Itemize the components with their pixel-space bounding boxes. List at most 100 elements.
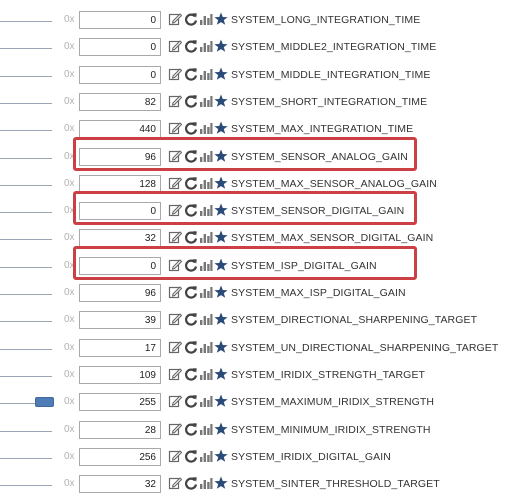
star-icon[interactable] [214,257,228,273]
star-icon[interactable] [214,448,228,464]
slider-track[interactable] [0,103,52,104]
star-icon[interactable] [214,393,228,409]
edit-icon[interactable] [168,448,182,464]
slider-track[interactable] [0,185,52,186]
edit-icon[interactable] [168,148,182,164]
slider-track[interactable] [0,349,52,350]
chart-icon[interactable] [199,11,213,27]
star-icon[interactable] [214,93,228,109]
slider-track[interactable] [0,158,52,159]
refresh-icon[interactable] [184,38,198,54]
refresh-icon[interactable] [184,311,198,327]
refresh-icon[interactable] [184,93,198,109]
value-input[interactable] [79,202,161,220]
star-icon[interactable] [214,148,228,164]
edit-icon[interactable] [168,366,182,382]
chart-icon[interactable] [199,393,213,409]
edit-icon[interactable] [168,93,182,109]
refresh-icon[interactable] [184,475,198,491]
edit-icon[interactable] [168,393,182,409]
edit-icon[interactable] [168,284,182,300]
refresh-icon[interactable] [184,11,198,27]
star-icon[interactable] [214,284,228,300]
star-icon[interactable] [214,175,228,191]
slider-track[interactable] [0,458,52,459]
value-input[interactable] [79,148,161,166]
chart-icon[interactable] [199,66,213,82]
star-icon[interactable] [214,38,228,54]
chart-icon[interactable] [199,202,213,218]
refresh-icon[interactable] [184,148,198,164]
refresh-icon[interactable] [184,339,198,355]
star-icon[interactable] [214,229,228,245]
refresh-icon[interactable] [184,257,198,273]
edit-icon[interactable] [168,311,182,327]
chart-icon[interactable] [199,475,213,491]
edit-icon[interactable] [168,66,182,82]
slider-track[interactable] [0,21,52,22]
refresh-icon[interactable] [184,175,198,191]
refresh-icon[interactable] [184,202,198,218]
star-icon[interactable] [214,366,228,382]
chart-icon[interactable] [199,120,213,136]
chart-icon[interactable] [199,93,213,109]
chart-icon[interactable] [199,175,213,191]
chart-icon[interactable] [199,257,213,273]
refresh-icon[interactable] [184,120,198,136]
refresh-icon[interactable] [184,421,198,437]
value-input[interactable] [79,393,161,411]
chart-icon[interactable] [199,229,213,245]
value-input[interactable] [79,93,161,111]
star-icon[interactable] [214,475,228,491]
slider-track[interactable] [0,267,52,268]
star-icon[interactable] [214,311,228,327]
value-input[interactable] [79,38,161,56]
chart-icon[interactable] [199,448,213,464]
chart-icon[interactable] [199,366,213,382]
chart-icon[interactable] [199,421,213,437]
edit-icon[interactable] [168,421,182,437]
value-input[interactable] [79,11,161,29]
star-icon[interactable] [214,66,228,82]
value-input[interactable] [79,257,161,275]
slider-track[interactable] [0,321,52,322]
edit-icon[interactable] [168,475,182,491]
refresh-icon[interactable] [184,393,198,409]
chart-icon[interactable] [199,148,213,164]
refresh-icon[interactable] [184,366,198,382]
slider-thumb[interactable] [35,397,54,407]
edit-icon[interactable] [168,120,182,136]
slider-track[interactable] [0,76,52,77]
edit-icon[interactable] [168,202,182,218]
edit-icon[interactable] [168,339,182,355]
value-input[interactable] [79,120,161,138]
value-input[interactable] [79,311,161,329]
slider-track[interactable] [0,485,52,486]
slider-track[interactable] [0,376,52,377]
slider-track[interactable] [0,431,52,432]
slider-track[interactable] [0,294,52,295]
star-icon[interactable] [214,421,228,437]
refresh-icon[interactable] [184,66,198,82]
value-input[interactable] [79,475,161,493]
value-input[interactable] [79,284,161,302]
slider-track[interactable] [0,239,52,240]
value-input[interactable] [79,229,161,247]
edit-icon[interactable] [168,257,182,273]
star-icon[interactable] [214,202,228,218]
value-input[interactable] [79,448,161,466]
chart-icon[interactable] [199,339,213,355]
chart-icon[interactable] [199,38,213,54]
star-icon[interactable] [214,120,228,136]
slider-track[interactable] [0,48,52,49]
value-input[interactable] [79,339,161,357]
star-icon[interactable] [214,339,228,355]
value-input[interactable] [79,421,161,439]
slider-track[interactable] [0,130,52,131]
refresh-icon[interactable] [184,229,198,245]
slider-track[interactable] [0,212,52,213]
value-input[interactable] [79,175,161,193]
refresh-icon[interactable] [184,284,198,300]
edit-icon[interactable] [168,229,182,245]
chart-icon[interactable] [199,284,213,300]
